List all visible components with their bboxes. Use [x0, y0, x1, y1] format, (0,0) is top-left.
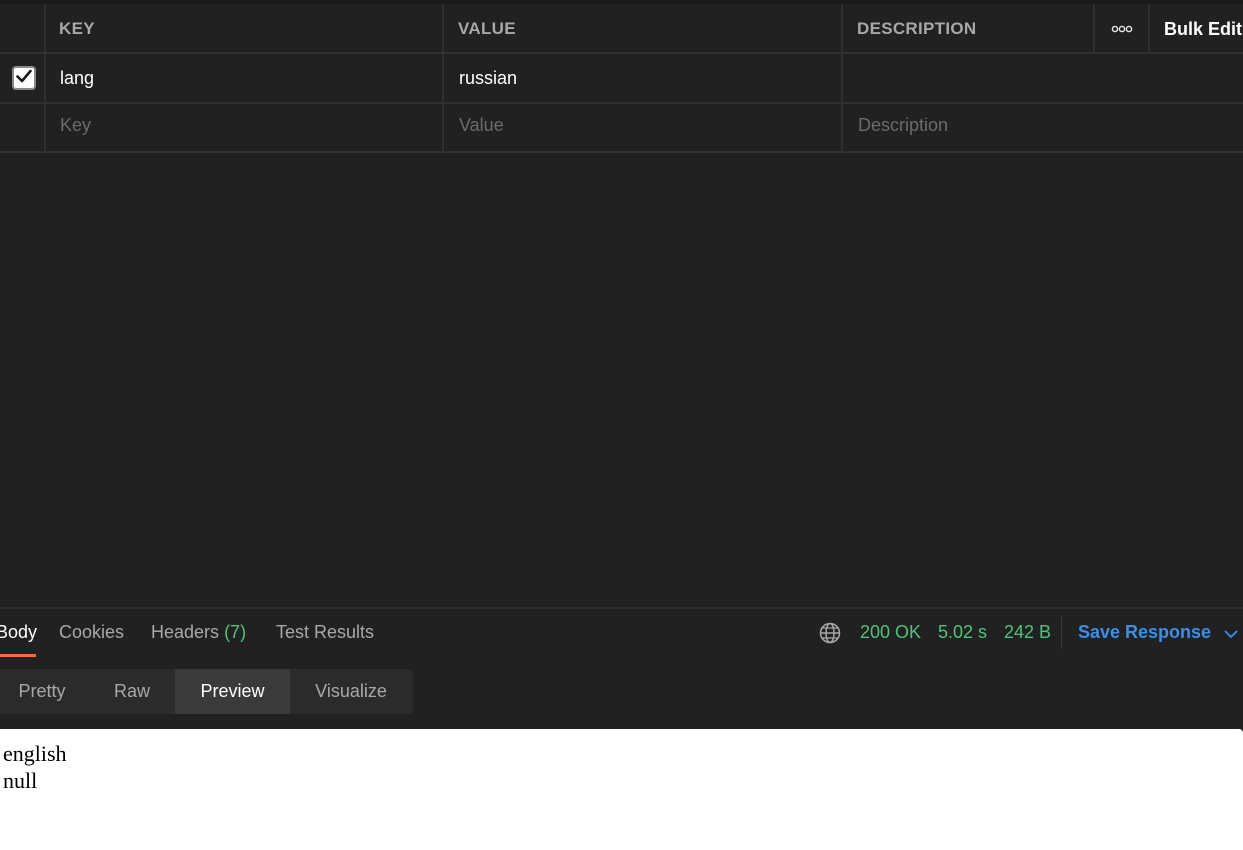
- save-response-label: Save Response: [1078, 622, 1212, 642]
- active-tab-underline: [0, 654, 36, 657]
- status-code[interactable]: 200 OK: [860, 622, 921, 643]
- tab-headers-label: Headers: [151, 622, 220, 642]
- column-divider: [442, 4, 444, 153]
- check-icon: [16, 69, 32, 88]
- view-mode-preview[interactable]: Preview: [175, 669, 290, 714]
- new-key-input[interactable]: Key: [60, 115, 91, 136]
- preview-text-line: null: [3, 768, 38, 793]
- description-column-header: DESCRIPTION: [857, 19, 977, 38]
- view-mode-raw[interactable]: Raw: [92, 669, 172, 714]
- row-enabled-checkbox[interactable]: [12, 66, 36, 90]
- new-value-input[interactable]: Value: [459, 115, 504, 136]
- tab-test-results[interactable]: Test Results: [276, 622, 374, 643]
- column-divider: [1148, 4, 1150, 52]
- tab-headers[interactable]: Headers (7): [151, 622, 246, 643]
- header-divider: [0, 52, 1243, 54]
- param-key-cell[interactable]: lang: [60, 68, 94, 89]
- view-mode-visualize[interactable]: Visualize: [293, 669, 409, 714]
- column-divider: [841, 4, 843, 153]
- divider: [1061, 617, 1062, 649]
- headers-count-badge: (7): [224, 622, 247, 642]
- tab-body[interactable]: Body: [0, 622, 37, 643]
- view-mode-pretty[interactable]: Pretty: [0, 669, 84, 714]
- new-description-input[interactable]: Description: [858, 115, 948, 136]
- value-column-header: VALUE: [458, 19, 516, 38]
- preview-text-line: english: [3, 741, 67, 766]
- response-divider: [0, 607, 1243, 609]
- tab-cookies[interactable]: Cookies: [59, 622, 124, 643]
- view-mode-selector: Pretty Raw Preview Visualize: [0, 669, 413, 714]
- column-divider: [44, 4, 46, 153]
- row-divider: [0, 151, 1243, 153]
- param-value-cell[interactable]: russian: [459, 68, 517, 89]
- column-divider: [1093, 4, 1095, 52]
- table-top-border: [0, 0, 1243, 4]
- key-column-header: KEY: [59, 19, 95, 38]
- more-icon: [1111, 20, 1133, 38]
- bulk-edit-button[interactable]: Bulk Edit: [1164, 19, 1242, 40]
- row-divider: [0, 102, 1243, 104]
- response-size[interactable]: 242 B: [1004, 622, 1051, 643]
- save-response-button[interactable]: Save Response: [1078, 622, 1238, 644]
- more-options-button[interactable]: [1096, 6, 1148, 52]
- response-time[interactable]: 5.02 s: [938, 622, 987, 643]
- globe-icon[interactable]: [819, 622, 841, 644]
- chevron-down-icon: [1224, 623, 1238, 644]
- response-preview-pane: english null: [0, 729, 1243, 850]
